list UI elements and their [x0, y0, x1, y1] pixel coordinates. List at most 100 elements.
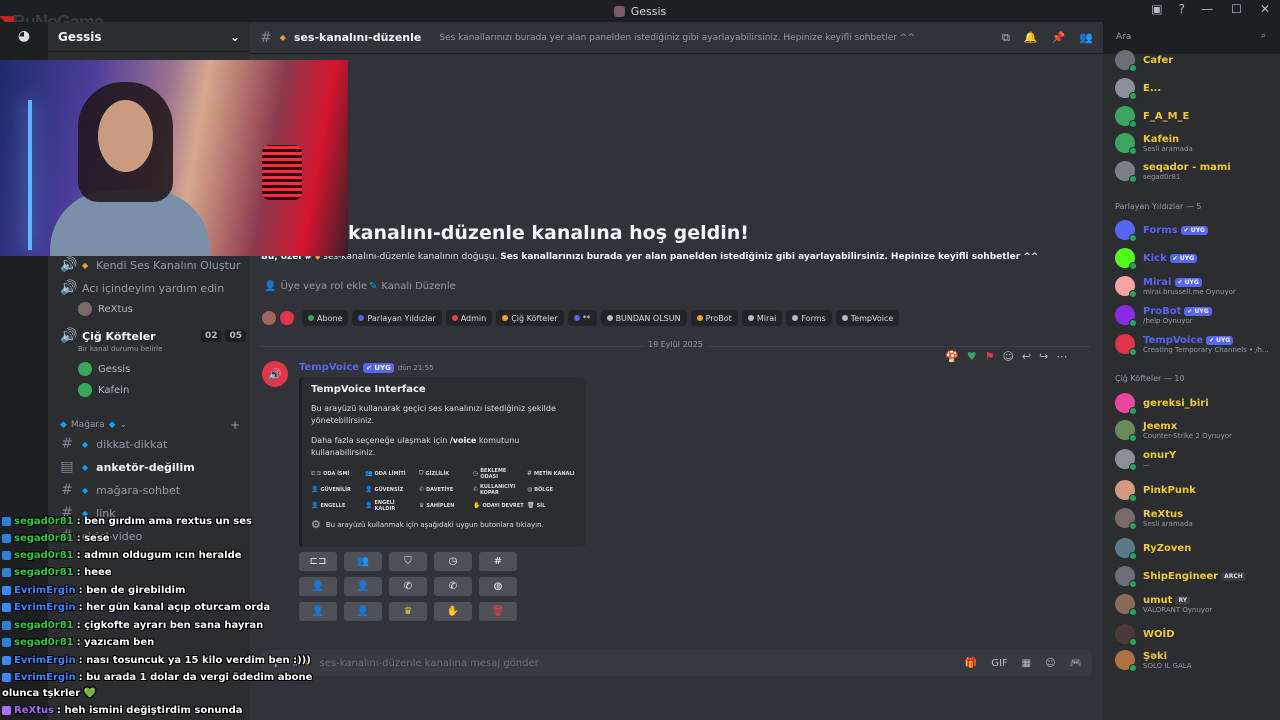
- member-item[interactable]: WOİD: [1115, 624, 1175, 646]
- add-channel-icon[interactable]: +: [230, 418, 240, 432]
- role-tag[interactable]: Çiğ Köfteler: [496, 310, 564, 326]
- sticker-icon[interactable]: ▦: [1022, 658, 1031, 669]
- role-tag[interactable]: Mirai: [741, 310, 783, 326]
- member-tag: RY: [1175, 595, 1191, 605]
- role-tag[interactable]: ProBot: [690, 310, 738, 326]
- mushroom-reaction-icon[interactable]: 🍄: [945, 350, 959, 363]
- member-item[interactable]: ProBot ✔ UYG/help Oynuyor: [1115, 305, 1212, 327]
- member-item[interactable]: Cafer: [1115, 50, 1173, 72]
- bot-avatar[interactable]: 🔊: [262, 361, 288, 387]
- member-item[interactable]: umut RY VALORANT Oynuyor: [1115, 594, 1212, 616]
- untrust-button[interactable]: 👤: [344, 577, 382, 596]
- voice-user[interactable]: Kafein: [78, 383, 129, 397]
- kick-button[interactable]: ✆: [434, 577, 472, 596]
- minimize-button[interactable]: —: [1201, 2, 1213, 16]
- channel-status-hint[interactable]: Bir kanal durumu belirle: [78, 345, 162, 353]
- member-item[interactable]: ShipEngineer ARCH: [1115, 566, 1246, 588]
- invite-button[interactable]: ✆: [389, 577, 427, 596]
- maximize-button[interactable]: ☐: [1231, 2, 1242, 16]
- text-channel-button[interactable]: #: [479, 552, 517, 571]
- member-item[interactable]: Jeemx Counter-Strike 2 Oynuyor: [1115, 420, 1232, 442]
- member-item[interactable]: E...: [1115, 78, 1161, 100]
- trust-button[interactable]: 👤: [299, 577, 337, 596]
- more-icon[interactable]: ⋯: [1056, 350, 1067, 363]
- role-tag[interactable]: TempVoice: [835, 310, 900, 326]
- member-item[interactable]: Forms ✔ UYG: [1115, 220, 1208, 242]
- member-text: Jeemx Counter-Strike 2 Oynuyor: [1143, 421, 1232, 440]
- role-tag[interactable]: Abone: [302, 310, 349, 326]
- server-header[interactable]: Gessis ⌄: [48, 22, 250, 52]
- member-item[interactable]: Mirai ✔ UYG mirai.brussell.me Oynuyor: [1115, 276, 1236, 298]
- reply-icon[interactable]: ↩: [1022, 350, 1031, 363]
- heart-reaction-icon[interactable]: ♥: [967, 350, 977, 363]
- unblock-button[interactable]: 👤: [344, 602, 382, 621]
- role-tag[interactable]: Admin: [445, 310, 493, 326]
- channel-dikkat[interactable]: # ◆ dikkat-dikkat: [60, 436, 246, 452]
- flag-reaction-icon[interactable]: ⚑: [985, 350, 995, 363]
- region-button[interactable]: ◍: [479, 577, 517, 596]
- pin-icon[interactable]: 📌: [1052, 31, 1066, 45]
- privacy-button[interactable]: ⛉: [389, 552, 427, 571]
- member-item[interactable]: F_A_M_E: [1115, 106, 1189, 128]
- channel-help[interactable]: 🔊 Acı içindeyim yardım edin: [60, 280, 246, 296]
- member-name: ProBot ✔ UYG: [1143, 306, 1212, 317]
- gif-icon[interactable]: GIF: [991, 658, 1007, 669]
- claim-button[interactable]: ♛: [389, 602, 427, 621]
- chat-badge-icon: [2, 517, 11, 526]
- limit-button[interactable]: 👥: [344, 552, 382, 571]
- member-item[interactable]: Şəki SOLO IL GALA: [1115, 650, 1192, 672]
- role-tag[interactable]: Parlayan Yıldızlar: [352, 310, 442, 326]
- member-item[interactable]: TempVoice ✔ UYG Creating Temporary Channel…: [1115, 334, 1269, 356]
- member-item[interactable]: seqador - mami segad0r81: [1115, 161, 1231, 183]
- inbox-icon[interactable]: ▣: [1151, 2, 1162, 16]
- add-role-button[interactable]: 👤 Üye veya rol ekle: [264, 281, 367, 292]
- chat-text: : sese: [76, 533, 110, 544]
- member-item[interactable]: gereksi_biri: [1115, 393, 1209, 415]
- channel-anketor[interactable]: ▤ ◆ anketör-değilim: [60, 459, 246, 475]
- channel-create-voice[interactable]: 🔊 ◆ Kendi Ses Kanalını Oluştur: [60, 257, 246, 273]
- message-input[interactable]: + # ◆ ses-kanalını-düzenle kanalına mesa…: [262, 650, 1092, 676]
- embed-grid-item: ⊏⊐ ODA İSMİ: [311, 467, 363, 480]
- delete-button[interactable]: 🗑: [479, 602, 517, 621]
- role-tag[interactable]: Forms: [786, 310, 832, 326]
- edit-channel-button[interactable]: ✎ Kanalı Düzenle: [369, 281, 456, 292]
- apps-icon[interactable]: 🎮: [1070, 658, 1082, 669]
- member-item[interactable]: PinkPunk: [1115, 480, 1196, 502]
- search-input[interactable]: Ara ⌕: [1110, 28, 1272, 48]
- help-icon[interactable]: ?: [1179, 2, 1185, 16]
- role-tag[interactable]: BUNDAN OLSUN: [600, 310, 687, 326]
- voice-user[interactable]: ReXtus: [78, 302, 133, 316]
- member-item[interactable]: ReXtus Sesli aramada: [1115, 508, 1193, 530]
- voice-user[interactable]: Gessis: [78, 362, 130, 376]
- channel-topic[interactable]: Ses kanallarınızı burada yer alan paneld…: [439, 33, 915, 43]
- member-text: PinkPunk: [1143, 485, 1196, 496]
- embed-grid-item: ◍ BÖLGE: [527, 483, 579, 496]
- member-item[interactable]: Kafein Sesli aramada: [1115, 133, 1193, 155]
- chat-line: segad0r81: çigkofte ayrarı ben sana hayr…: [2, 620, 263, 631]
- gift-icon[interactable]: 🎁: [965, 658, 977, 669]
- rename-button[interactable]: ⊏⊐: [299, 552, 337, 571]
- transfer-button[interactable]: ✋: [434, 602, 472, 621]
- bell-icon[interactable]: 🔔: [1024, 31, 1038, 45]
- member-item[interactable]: Kick ✔ UYG: [1115, 248, 1198, 270]
- role-tag[interactable]: **: [567, 310, 597, 326]
- close-button[interactable]: ✕: [1260, 2, 1270, 16]
- forward-icon[interactable]: ↪: [1039, 350, 1048, 363]
- channel-magara-sohbet[interactable]: # ◆ mağara-sohbet: [60, 482, 246, 498]
- block-button[interactable]: 👤: [299, 602, 337, 621]
- members-icon[interactable]: 👥: [1079, 31, 1093, 45]
- threads-icon[interactable]: ⧉: [1002, 31, 1010, 45]
- member-item[interactable]: onurY —: [1115, 449, 1176, 471]
- embed-grid-item: # METİN KANALI: [527, 467, 579, 480]
- message-author[interactable]: TempVoice: [299, 362, 359, 373]
- member-text: Mirai ✔ UYG mirai.brussell.me Oynuyor: [1143, 277, 1236, 296]
- add-reaction-icon[interactable]: ☺: [1002, 350, 1013, 363]
- waiting-room-button[interactable]: ◷: [434, 552, 472, 571]
- member-item[interactable]: RyZoven: [1115, 538, 1191, 560]
- chevron-down-icon[interactable]: ⌄: [230, 30, 240, 44]
- discord-home-icon[interactable]: ◕: [8, 28, 40, 50]
- category-magara[interactable]: ◆ Mağara ◆ ⌄ +: [60, 418, 240, 432]
- emoji-icon[interactable]: ☺: [1045, 658, 1055, 669]
- group-count: — 5: [1183, 202, 1202, 211]
- channel-cig-kofteler[interactable]: 🔊 Çiğ Köfteler 02 05: [60, 328, 246, 344]
